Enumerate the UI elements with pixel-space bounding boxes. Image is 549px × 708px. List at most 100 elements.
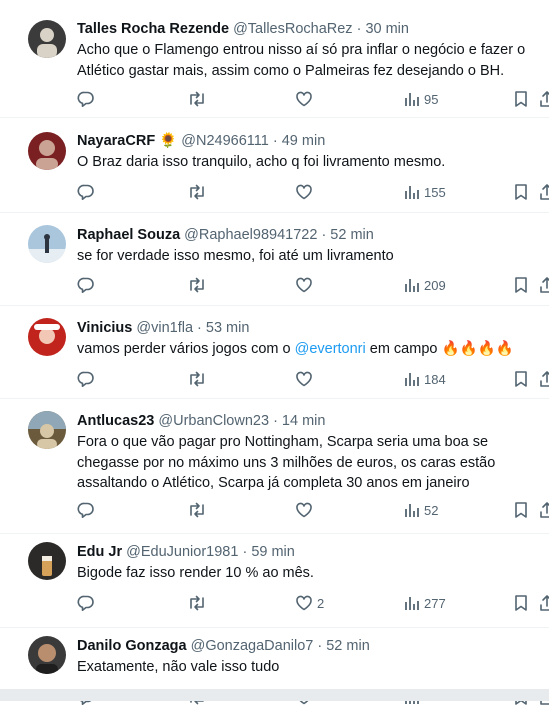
bookmark-icon	[515, 184, 527, 200]
mention-link[interactable]: @evertonri	[295, 341, 366, 357]
views-icon	[405, 373, 419, 386]
action-bar: 52	[0, 499, 549, 521]
reply-icon	[77, 184, 94, 200]
share-icon	[540, 595, 549, 611]
like-icon	[296, 184, 312, 200]
display-name[interactable]: Talles Rocha Rezende	[77, 21, 229, 37]
display-name[interactable]: Raphael Souza	[77, 227, 180, 243]
retweet-button[interactable]	[187, 592, 207, 614]
reply-button[interactable]	[77, 499, 95, 521]
handle[interactable]: @N24966111	[181, 133, 269, 149]
handle[interactable]: @Raphael98941722	[184, 227, 317, 243]
views-button[interactable]: 184	[404, 368, 446, 390]
handle[interactable]: @UrbanClown23	[158, 413, 269, 429]
bookmark-button[interactable]	[513, 88, 529, 110]
bookmark-button[interactable]	[513, 274, 529, 296]
reply-button[interactable]	[77, 274, 95, 296]
avatar[interactable]	[28, 20, 66, 58]
avatar[interactable]	[28, 132, 66, 170]
like-button[interactable]	[295, 499, 317, 521]
share-button[interactable]	[539, 499, 549, 521]
like-button[interactable]	[295, 368, 317, 390]
like-button[interactable]	[295, 88, 317, 110]
tweet[interactable]: NayaraCRF 🌻 @N24966111 · 49 min O Braz d…	[0, 118, 549, 213]
reply-button[interactable]	[77, 88, 95, 110]
timestamp[interactable]: · 59 min	[242, 544, 294, 560]
share-icon	[540, 91, 549, 107]
window-bottom-edge	[0, 689, 549, 701]
retweet-button[interactable]	[187, 274, 207, 296]
avatar[interactable]	[28, 318, 66, 356]
like-button[interactable]: 2	[295, 592, 324, 614]
tweet-text: Acho que o Flamengo entrou nisso aí só p…	[77, 42, 526, 79]
handle[interactable]: @vin1fla	[136, 320, 193, 336]
tweet[interactable]: Edu Jr @EduJunior1981 · 59 min Bigode fa…	[0, 534, 549, 628]
share-icon	[540, 502, 549, 518]
like-button[interactable]	[295, 181, 317, 203]
avatar[interactable]	[28, 542, 66, 580]
retweet-button[interactable]	[187, 368, 207, 390]
retweet-icon	[190, 371, 204, 387]
handle[interactable]: @TallesRochaRez	[233, 21, 353, 37]
views-button[interactable]: 95	[404, 88, 438, 110]
retweet-button[interactable]	[187, 181, 207, 203]
share-button[interactable]	[539, 88, 549, 110]
timestamp[interactable]: · 14 min	[273, 413, 325, 429]
share-button[interactable]	[539, 274, 549, 296]
display-name[interactable]: Edu Jr	[77, 544, 122, 560]
avatar[interactable]	[28, 411, 66, 449]
bookmark-icon	[515, 91, 527, 107]
sunflower-emoji: 🌻	[159, 133, 178, 149]
handle[interactable]: @EduJunior1981	[126, 544, 238, 560]
share-icon	[540, 184, 549, 200]
bookmark-icon	[515, 371, 527, 387]
bookmark-button[interactable]	[513, 181, 529, 203]
share-button[interactable]	[539, 181, 549, 203]
action-bar: 2 277	[0, 592, 549, 614]
timestamp[interactable]: · 52 min	[321, 227, 373, 243]
action-bar: 184	[0, 368, 549, 390]
avatar[interactable]	[28, 225, 66, 263]
share-button[interactable]	[539, 592, 549, 614]
timestamp[interactable]: · 52 min	[317, 638, 369, 654]
retweet-button[interactable]	[187, 88, 207, 110]
display-name[interactable]: NayaraCRF	[77, 133, 155, 149]
retweet-icon	[190, 595, 204, 611]
view-count: 155	[424, 184, 446, 200]
timestamp[interactable]: · 49 min	[273, 133, 325, 149]
tweet[interactable]: Raphael Souza @Raphael98941722 · 52 min …	[0, 213, 549, 306]
views-button[interactable]: 277	[404, 592, 446, 614]
timestamp[interactable]: · 30 min	[357, 21, 409, 37]
tweet-header: Antlucas23 @UrbanClown23 · 14 min	[77, 412, 325, 430]
tweet[interactable]: Talles Rocha Rezende @TallesRochaRez · 3…	[0, 0, 549, 118]
tweet[interactable]: Vinicius @vin1fla · 53 min vamos perder …	[0, 306, 549, 399]
reply-icon	[77, 91, 94, 107]
bookmark-icon	[515, 277, 527, 293]
retweet-icon	[190, 91, 204, 107]
reply-button[interactable]	[77, 368, 95, 390]
bookmark-button[interactable]	[513, 499, 529, 521]
bookmark-button[interactable]	[513, 368, 529, 390]
display-name[interactable]: Vinicius	[77, 320, 132, 336]
bookmark-button[interactable]	[513, 592, 529, 614]
reply-icon	[77, 371, 94, 387]
reply-button[interactable]	[77, 181, 95, 203]
like-icon	[296, 502, 312, 518]
bookmark-icon	[515, 502, 527, 518]
views-button[interactable]: 209	[404, 274, 446, 296]
share-button[interactable]	[539, 368, 549, 390]
timestamp[interactable]: · 53 min	[197, 320, 249, 336]
tweet[interactable]: Antlucas23 @UrbanClown23 · 14 min Fora o…	[0, 399, 549, 534]
like-button[interactable]	[295, 274, 317, 296]
tweet-text: vamos perder vários jogos com o @everton…	[77, 339, 547, 360]
views-button[interactable]: 52	[404, 499, 438, 521]
views-button[interactable]: 155	[404, 181, 446, 203]
display-name[interactable]: Danilo Gonzaga	[77, 638, 187, 654]
display-name[interactable]: Antlucas23	[77, 413, 154, 429]
avatar[interactable]	[28, 636, 66, 674]
retweet-button[interactable]	[187, 499, 207, 521]
handle[interactable]: @GonzagaDanilo7	[191, 638, 314, 654]
reply-button[interactable]	[77, 592, 95, 614]
view-count: 184	[424, 371, 446, 387]
like-icon	[296, 277, 312, 293]
